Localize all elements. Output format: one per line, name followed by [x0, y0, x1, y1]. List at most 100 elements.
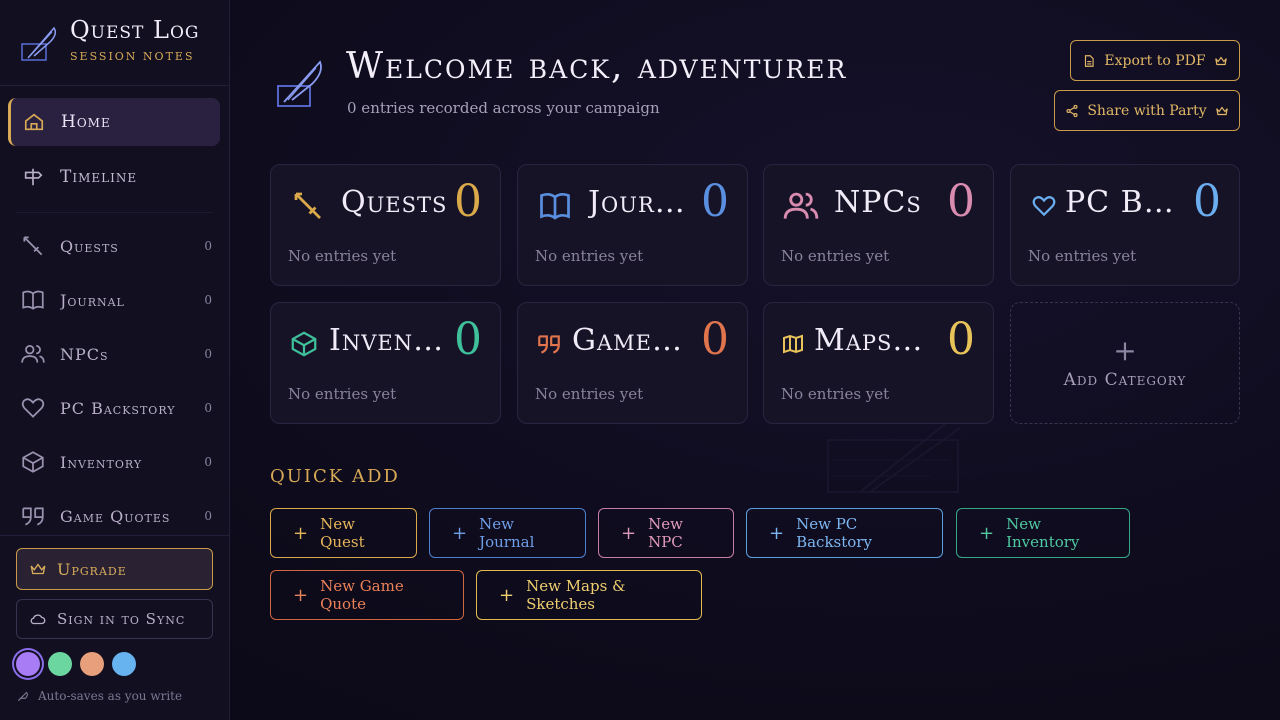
card-empty-text: No entries yet [535, 385, 644, 403]
theme-swatch-green[interactable] [48, 652, 72, 676]
users-icon [782, 187, 820, 225]
card-title: Maps & Sketches [814, 323, 930, 358]
quill-icon [277, 60, 322, 107]
sidebar-item-inventory[interactable]: Inventory 0 [20, 444, 212, 480]
sidebar: Quest Log Session Notes Home Timeline Qu… [0, 0, 230, 720]
sidebar-item-label: Inventory [60, 452, 143, 472]
home-icon [21, 109, 47, 135]
button-label: New Game Quote [320, 577, 404, 613]
map-icon [774, 325, 812, 363]
feather-icon [17, 691, 28, 702]
sidebar-item-game-quotes[interactable]: Game Quotes 0 [20, 498, 212, 534]
card-count: 0 [701, 314, 729, 365]
sidebar-item-count: 0 [204, 347, 212, 361]
card-empty-text: No entries yet [288, 385, 397, 403]
sidebar-item-quests[interactable]: Quests 0 [20, 228, 212, 264]
button-label: New Quest [320, 515, 365, 551]
plus-icon: + [293, 522, 309, 544]
plus-icon: + [769, 522, 785, 544]
sidebar-item-pc-backstory[interactable]: PC Backstory 0 [20, 390, 212, 426]
sidebar-item-count: 0 [204, 401, 212, 415]
divider [0, 85, 229, 86]
divider [16, 212, 213, 213]
new-game-quote-button[interactable]: + New Game Quote [270, 570, 464, 620]
crown-icon [1214, 55, 1227, 65]
sidebar-item-label: NPCs [60, 344, 109, 364]
add-category-label: Add Category [1063, 370, 1187, 390]
card-empty-text: No entries yet [1028, 247, 1137, 265]
card-count: 0 [701, 176, 729, 227]
brand: Quest Log Session Notes [20, 16, 199, 66]
sword-icon [289, 187, 327, 225]
category-card-journal[interactable]: Journal 0 No entries yet [517, 164, 748, 286]
category-card-inventory[interactable]: Inventory 0 No entries yet [270, 302, 501, 424]
new-maps-sketches-button[interactable]: + New Maps & Sketches [476, 570, 702, 620]
signpost-icon [20, 164, 46, 190]
category-card-pc-backstory[interactable]: PC Backstory 0 No entries yet [1010, 164, 1240, 286]
plus-icon: + [621, 522, 637, 544]
category-card-maps-sketches[interactable]: Maps & Sketches 0 No entries yet [763, 302, 994, 424]
theme-swatch-purple[interactable] [16, 652, 40, 676]
sidebar-item-npcs[interactable]: NPCs 0 [20, 336, 212, 372]
crown-icon [1215, 105, 1228, 115]
theme-swatch-orange[interactable] [80, 652, 104, 676]
card-title: Inventory [329, 323, 445, 358]
autosave-text: Auto-saves as you write [38, 689, 183, 703]
cloud-icon [30, 614, 46, 625]
plus-icon: + [293, 584, 309, 606]
document-icon [1085, 54, 1095, 67]
card-count: 0 [947, 314, 975, 365]
nav-timeline[interactable]: Timeline [8, 153, 220, 201]
box-icon [20, 449, 46, 475]
sign-in-sync-button[interactable]: Sign in to Sync [16, 599, 213, 639]
sidebar-item-count: 0 [204, 293, 212, 307]
nav-timeline-label: Timeline [60, 167, 138, 187]
category-card-quests[interactable]: Quests 0 No entries yet [270, 164, 501, 286]
share-label: Share with Party [1087, 102, 1207, 119]
card-title: PC Backstory [1065, 185, 1175, 220]
sidebar-item-label: Quests [60, 236, 119, 256]
heart-icon [20, 395, 46, 421]
export-label: Export to PDF [1104, 52, 1206, 69]
crown-icon [30, 563, 46, 575]
card-title: Quests [341, 185, 448, 220]
new-pc-backstory-button[interactable]: + New PC Backstory [746, 508, 943, 558]
card-empty-text: No entries yet [288, 247, 397, 265]
new-quest-button[interactable]: + New Quest [270, 508, 417, 558]
card-count: 0 [1193, 176, 1221, 227]
book-icon [20, 287, 46, 313]
users-icon [20, 341, 46, 367]
divider [0, 535, 229, 536]
theme-swatch-blue[interactable] [112, 652, 136, 676]
sidebar-item-journal[interactable]: Journal 0 [20, 282, 212, 318]
sidebar-item-label: Game Quotes [60, 506, 171, 526]
upgrade-button[interactable]: Upgrade [16, 548, 213, 590]
plus-icon: + [499, 584, 515, 606]
quote-icon [530, 325, 568, 363]
new-journal-button[interactable]: + New Journal [429, 508, 586, 558]
button-label: New Inventory [1006, 515, 1080, 551]
page-title: Welcome back, adventurer [346, 46, 848, 87]
autosave-note: Auto-saves as you write [16, 689, 182, 703]
add-category-button[interactable]: + Add Category [1010, 302, 1240, 424]
sync-label: Sign in to Sync [57, 610, 186, 628]
category-card-npcs[interactable]: NPCs 0 No entries yet [763, 164, 994, 286]
button-label: New Journal [479, 515, 535, 551]
quote-icon [20, 503, 46, 529]
export-pdf-button[interactable]: Export to PDF [1070, 40, 1240, 81]
quill-icon [21, 26, 57, 61]
category-card-game-quotes[interactable]: Game Quotes 0 No entries yet [517, 302, 748, 424]
plus-icon: + [452, 522, 468, 544]
new-npc-button[interactable]: + New NPC [598, 508, 734, 558]
share-party-button[interactable]: Share with Party [1054, 90, 1240, 131]
sword-icon [20, 233, 46, 259]
sidebar-item-count: 0 [204, 509, 212, 523]
sidebar-item-label: Journal [60, 290, 125, 310]
card-title: NPCs [834, 185, 922, 220]
button-label: New PC Backstory [796, 515, 872, 551]
plus-icon: + [979, 522, 995, 544]
nav-home[interactable]: Home [8, 98, 220, 146]
nav-home-label: Home [61, 112, 111, 132]
new-inventory-button[interactable]: + New Inventory [956, 508, 1130, 558]
box-icon [285, 325, 323, 363]
